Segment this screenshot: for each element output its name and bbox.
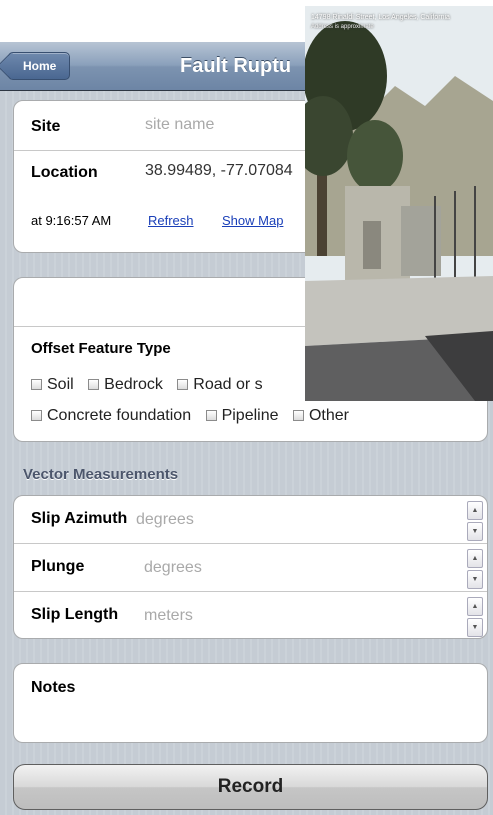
vector-measurements-header: Vector Measurements (23, 466, 179, 483)
pipeline-checkbox[interactable] (205, 410, 217, 421)
option-bedrock[interactable]: Bedrock (88, 376, 163, 393)
home-back-button[interactable]: Home (8, 52, 70, 80)
location-label: Location (31, 164, 98, 181)
pipeline-label: Pipeline (221, 407, 279, 424)
plunge-input[interactable]: degrees (144, 559, 202, 577)
record-button[interactable]: Record (13, 764, 488, 810)
location-time: at 9:16:57 AM (31, 213, 112, 228)
location-value: 38.99489, -77.07084 (145, 162, 293, 179)
site-label: Site (31, 118, 61, 135)
offset-options-row1: Soil Bedrock Road or s (31, 376, 273, 394)
other-label: Other (308, 407, 349, 424)
refresh-link[interactable]: Refresh (148, 213, 194, 228)
soil-label: Soil (47, 376, 74, 393)
divider (14, 543, 487, 544)
soil-checkbox[interactable] (31, 379, 42, 390)
increment-icon[interactable]: ▲ (467, 501, 483, 520)
increment-icon[interactable]: ▲ (467, 549, 483, 568)
bedrock-label: Bedrock (104, 376, 163, 393)
decrement-icon[interactable]: ▼ (467, 522, 483, 541)
plunge-label: Plunge (31, 558, 85, 575)
decrement-icon[interactable]: ▼ (467, 618, 483, 637)
photo-caption: 14798 Rinaldi Street, Los Angeles, Calif… (311, 14, 450, 21)
concrete-label: Concrete foundation (47, 407, 192, 424)
increment-icon[interactable]: ▲ (467, 597, 483, 616)
option-concrete[interactable]: Concrete foundation (31, 407, 191, 424)
option-pipeline[interactable]: Pipeline (205, 407, 279, 424)
road-label: Road or s (193, 376, 263, 393)
plunge-stepper[interactable]: ▲ ▼ (467, 549, 483, 589)
option-soil[interactable]: Soil (31, 376, 74, 393)
offset-feature-title: Offset Feature Type (31, 340, 171, 357)
slip-length-stepper[interactable]: ▲ ▼ (467, 597, 483, 637)
slip-azimuth-label: Slip Azimuth (31, 510, 128, 527)
street-scene-image (305, 6, 493, 401)
notes-label: Notes (31, 679, 76, 696)
show-map-link[interactable]: Show Map (222, 213, 283, 228)
street-view-photo: 14798 Rinaldi Street, Los Angeles, Calif… (305, 6, 493, 401)
option-road[interactable]: Road or s (177, 376, 263, 393)
other-checkbox[interactable] (292, 410, 304, 421)
slip-length-input[interactable]: meters (144, 607, 193, 625)
photo-caption-note: Address is approximate (311, 24, 374, 30)
slip-length-label: Slip Length (31, 606, 119, 623)
offset-options-row2: Concrete foundation Pipeline Other (31, 407, 359, 425)
slip-azimuth-input[interactable]: degrees (136, 511, 194, 529)
home-back-label: Home (23, 59, 57, 73)
notes-group[interactable]: Notes (13, 663, 488, 743)
option-other[interactable]: Other (292, 407, 349, 424)
concrete-checkbox[interactable] (31, 410, 42, 421)
site-input[interactable]: site name (145, 116, 214, 134)
slip-azimuth-stepper[interactable]: ▲ ▼ (467, 501, 483, 541)
divider (14, 591, 487, 592)
bedrock-checkbox[interactable] (88, 379, 100, 390)
page-title: Fault Ruptu (180, 55, 292, 77)
vector-measurements-group: Slip Azimuth degrees ▲ ▼ Plunge degrees ▲… (13, 495, 488, 639)
road-checkbox[interactable] (177, 379, 189, 390)
decrement-icon[interactable]: ▼ (467, 570, 483, 589)
